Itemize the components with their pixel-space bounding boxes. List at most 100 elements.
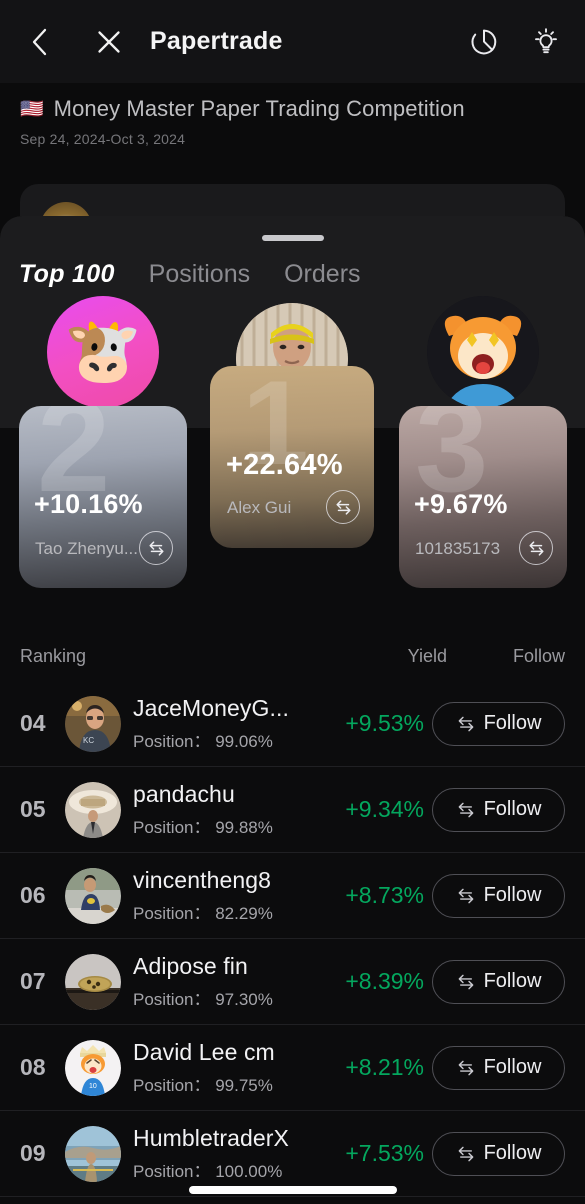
swap-icon bbox=[148, 540, 164, 556]
competition-title: Money Master Paper Trading Competition bbox=[53, 96, 465, 121]
competition-header: 🇺🇸 Money Master Paper Trading Competitio… bbox=[0, 88, 585, 147]
podium-name-rank-1: Alex Gui bbox=[227, 498, 292, 517]
avatar[interactable]: KC bbox=[65, 695, 121, 752]
close-icon bbox=[98, 30, 120, 53]
row-identity: pandachu Position： 99.88% bbox=[133, 781, 320, 838]
page-title: Papertrade bbox=[150, 27, 283, 55]
table-row[interactable]: 09 HumbletraderX Position： 100.00% +7.53… bbox=[0, 1111, 585, 1197]
column-header-ranking: Ranking bbox=[20, 646, 87, 666]
podium-rank-watermark-2: 2 bbox=[37, 406, 111, 519]
table-row[interactable]: 04 KC JaceMoneyG... Position： 99.06% +9.… bbox=[0, 681, 585, 767]
row-username: vincentheng8 bbox=[133, 867, 272, 893]
avatar[interactable] bbox=[65, 867, 121, 924]
top-navigation-bar: Papertrade bbox=[0, 0, 585, 83]
table-row[interactable]: 07 Adipose fin Position： 97.30% +8.39% F… bbox=[0, 939, 585, 1025]
follow-button-label: Follow bbox=[483, 1142, 542, 1164]
row-identity: Adipose fin Position： 97.30% bbox=[133, 953, 320, 1010]
row-identity: David Lee cm Position： 99.75% bbox=[133, 1039, 320, 1096]
row-rank: 05 bbox=[20, 796, 46, 822]
home-indicator bbox=[188, 1186, 397, 1194]
close-button[interactable] bbox=[92, 25, 126, 59]
competition-title-row: 🇺🇸 Money Master Paper Trading Competitio… bbox=[20, 96, 565, 122]
row-username: HumbletraderX bbox=[133, 1125, 289, 1151]
avatar[interactable] bbox=[65, 953, 121, 1010]
row-identity: JaceMoneyG... Position： 99.06% bbox=[133, 695, 320, 752]
swap-arrows-icon bbox=[458, 802, 473, 817]
us-flag-icon: 🇺🇸 bbox=[20, 98, 44, 120]
sheet-tabs: Top 100 Positions Orders bbox=[0, 260, 361, 289]
row-rank: 07 bbox=[20, 968, 46, 994]
podium-swap-button-rank-2[interactable] bbox=[139, 531, 173, 565]
row-position: Position： 99.06% bbox=[133, 732, 273, 751]
competition-dates: Sep 24, 2024-Oct 3, 2024 bbox=[20, 131, 186, 147]
follow-button[interactable]: Follow bbox=[432, 787, 565, 832]
podium-yield-rank-3: +9.67% bbox=[414, 489, 508, 519]
row-position: Position： 99.88% bbox=[133, 818, 273, 837]
row-rank: 08 bbox=[20, 1054, 46, 1080]
avatar[interactable]: 10 bbox=[65, 1039, 121, 1096]
sheet-drag-handle[interactable] bbox=[261, 235, 324, 241]
avatar[interactable] bbox=[65, 1125, 121, 1182]
podium-name-rank-2: Tao Zhenyu... bbox=[35, 539, 139, 558]
follow-button[interactable]: Follow bbox=[432, 1131, 565, 1176]
podium-name-rank-3: 101835173 bbox=[415, 539, 501, 558]
follow-button[interactable]: Follow bbox=[432, 959, 565, 1004]
podium-swap-button-rank-3[interactable] bbox=[519, 531, 553, 565]
row-yield: +9.34% bbox=[345, 796, 424, 822]
row-username: David Lee cm bbox=[133, 1039, 275, 1065]
row-username: JaceMoneyG... bbox=[133, 695, 289, 721]
row-rank: 06 bbox=[20, 882, 46, 908]
podium-swap-button-rank-1[interactable] bbox=[326, 490, 360, 524]
follow-button-label: Follow bbox=[483, 1056, 542, 1078]
swap-arrows-icon bbox=[458, 1060, 473, 1075]
row-position: Position： 97.30% bbox=[133, 990, 273, 1009]
row-rank: 09 bbox=[20, 1140, 46, 1166]
column-header-follow: Follow bbox=[512, 646, 565, 666]
refresh-button[interactable] bbox=[467, 25, 501, 59]
follow-button-label: Follow bbox=[483, 798, 542, 820]
chevron-left-icon bbox=[32, 28, 47, 55]
podium-yield-rank-1: +22.64% bbox=[226, 449, 343, 481]
column-header-yield: Yield bbox=[407, 646, 447, 666]
swap-arrows-icon bbox=[458, 888, 473, 903]
navbar-actions bbox=[467, 25, 563, 59]
swap-arrows-icon bbox=[458, 716, 473, 731]
tips-button[interactable] bbox=[529, 25, 563, 59]
svg-text:KC: KC bbox=[83, 736, 94, 745]
row-identity: HumbletraderX Position： 100.00% bbox=[133, 1125, 320, 1182]
follow-button[interactable]: Follow bbox=[432, 701, 565, 746]
podium-avatar-rank-2[interactable]: 🐮 bbox=[47, 296, 159, 408]
row-username: pandachu bbox=[133, 781, 235, 807]
row-rank: 04 bbox=[20, 710, 46, 736]
swap-icon bbox=[528, 540, 544, 556]
row-position: Position： 82.29% bbox=[133, 904, 273, 923]
swap-arrows-icon bbox=[458, 1146, 473, 1161]
tab-orders[interactable]: Orders bbox=[284, 260, 360, 289]
tab-top-100[interactable]: Top 100 bbox=[19, 260, 115, 289]
podium-avatar-rank-3[interactable] bbox=[427, 296, 539, 408]
row-username: Adipose fin bbox=[133, 953, 248, 979]
table-row[interactable]: 06 vincentheng8 Position： 82.29% +8.73% … bbox=[0, 853, 585, 939]
row-position: Position： 99.75% bbox=[133, 1076, 273, 1095]
podium-card-rank-1[interactable]: 1 +22.64% Alex Gui bbox=[210, 366, 374, 548]
podium-yield-rank-2: +10.16% bbox=[34, 489, 143, 519]
follow-button-label: Follow bbox=[483, 712, 542, 734]
follow-button[interactable]: Follow bbox=[432, 873, 565, 918]
swap-icon bbox=[335, 499, 351, 515]
table-row[interactable]: 05 pandachu Position： 99.88% +9.34% Foll… bbox=[0, 767, 585, 853]
tab-positions[interactable]: Positions bbox=[149, 260, 250, 289]
table-row[interactable]: 08 10 David Lee cm Position： 99.75% +8.2… bbox=[0, 1025, 585, 1111]
follow-button-label: Follow bbox=[483, 884, 542, 906]
avatar[interactable] bbox=[65, 781, 121, 838]
row-position: Position： 100.00% bbox=[133, 1162, 283, 1181]
svg-text:10: 10 bbox=[89, 1083, 97, 1090]
cartoon-bull-orange-avatar-icon: 🐮 bbox=[64, 317, 142, 386]
papertrade-leaderboard-screen: Papertrade 🇺🇸 Money Master Paper Trading… bbox=[0, 0, 585, 1204]
row-yield: +8.21% bbox=[345, 1054, 424, 1080]
back-button[interactable] bbox=[22, 25, 56, 59]
podium-card-rank-3[interactable]: 3 +9.67% 101835173 bbox=[399, 406, 567, 588]
podium-card-rank-2[interactable]: 2 +10.16% Tao Zhenyu... bbox=[19, 406, 187, 588]
row-yield: +7.53% bbox=[345, 1140, 424, 1166]
follow-button[interactable]: Follow bbox=[432, 1045, 565, 1090]
swap-arrows-icon bbox=[458, 974, 473, 989]
